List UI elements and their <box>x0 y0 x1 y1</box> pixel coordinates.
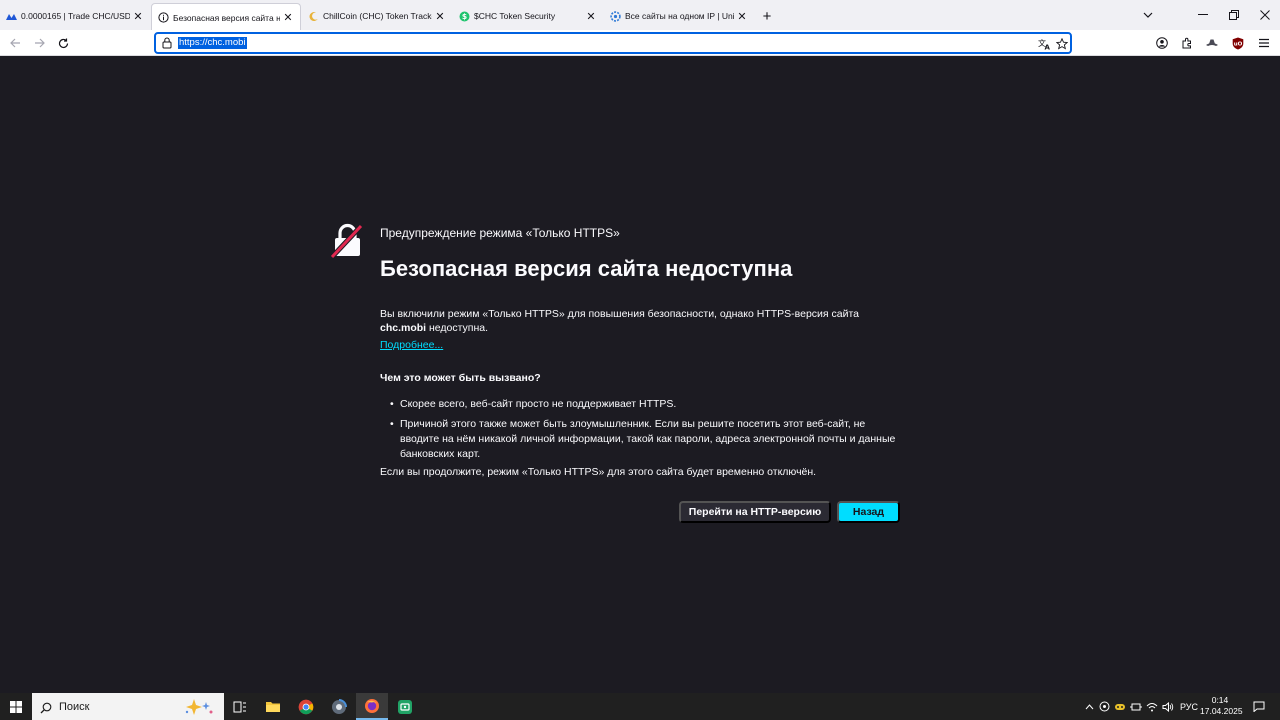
svg-text:$: $ <box>462 12 467 21</box>
info-icon <box>158 12 169 23</box>
tab-chc-token-security[interactable]: $ $CHC Token Security ✕ <box>453 2 603 30</box>
address-bar[interactable]: https://chc.mobi 文A <box>154 32 1072 54</box>
moon-icon <box>308 11 319 22</box>
ublock-shield-icon[interactable]: uO <box>1229 34 1247 52</box>
restore-button[interactable] <box>1218 0 1250 30</box>
svg-text:A: A <box>1044 44 1050 51</box>
url-text[interactable]: https://chc.mobi <box>178 37 247 49</box>
input-language[interactable]: РУС <box>1178 693 1200 720</box>
tab-chillcoin-tracker[interactable]: ChillCoin (CHC) Token Tracker | E ✕ <box>302 2 452 30</box>
taskbar: Поиск РУС 0:14 17.04.2025 <box>0 693 1280 720</box>
menu-hamburger-icon[interactable] <box>1255 34 1273 52</box>
reasons-heading: Чем это может быть вызвано? <box>380 372 541 384</box>
tab-label: $CHC Token Security <box>474 11 556 21</box>
close-icon[interactable]: ✕ <box>736 10 748 23</box>
task-view-icon[interactable] <box>224 693 256 720</box>
tray-chevron-up-icon[interactable] <box>1082 693 1096 720</box>
broken-lock-icon <box>330 223 364 259</box>
close-icon[interactable]: ✕ <box>585 10 597 23</box>
translate-icon[interactable]: 文A <box>1036 36 1052 52</box>
tab-label: Безопасная версия сайта недо <box>173 12 280 23</box>
bookmark-star-icon[interactable] <box>1054 36 1070 52</box>
account-icon[interactable] <box>1153 34 1171 52</box>
browser-app-icon[interactable] <box>323 693 355 720</box>
forward-arrow-icon[interactable] <box>29 33 49 53</box>
tab-https-warning[interactable]: Безопасная версия сайта недо ✕ <box>151 3 301 31</box>
close-icon[interactable]: ✕ <box>132 10 144 23</box>
close-icon[interactable]: ✕ <box>282 11 294 24</box>
clock-time: 0:14 <box>1211 695 1229 705</box>
page-title: Безопасная версия сайта недоступна <box>380 256 793 281</box>
tray-device-icon[interactable] <box>1129 693 1143 720</box>
green-app-icon[interactable] <box>389 693 421 720</box>
continue-note: Если вы продолжите, режим «Только HTTPS»… <box>380 466 817 478</box>
gear-icon <box>610 10 621 22</box>
wifi-icon[interactable] <box>1145 693 1159 720</box>
new-tab-button[interactable]: + <box>755 2 779 30</box>
reasons-list: Скорее всего, веб-сайт просто не поддерж… <box>390 397 905 467</box>
svg-text:uO: uO <box>1234 41 1243 47</box>
navigation-toolbar: https://chc.mobi 文A uO <box>0 30 1280 56</box>
learn-more-link[interactable]: Подробнее... <box>380 339 443 351</box>
list-item: Причиной этого также может быть злоумышл… <box>390 417 905 462</box>
clock-date: 17.04.2025 <box>1200 706 1243 716</box>
tab-trade-chc[interactable]: 0.0000165 | Trade CHC/USDT C ✕ <box>0 2 150 30</box>
extension-hat-icon[interactable] <box>1203 34 1221 52</box>
tray-app-icon[interactable] <box>1097 693 1111 720</box>
description-text: Вы включили режим «Только HTTPS» для пов… <box>380 308 859 320</box>
reload-icon[interactable] <box>53 33 73 53</box>
volume-icon[interactable] <box>1161 693 1175 720</box>
file-explorer-icon[interactable] <box>257 693 289 720</box>
tab-strip: 0.0000165 | Trade CHC/USDT C ✕ Безопасна… <box>0 0 1280 31</box>
close-window-button[interactable] <box>1249 0 1280 30</box>
tray-gamepad-icon[interactable] <box>1113 693 1127 720</box>
taskbar-search[interactable]: Поиск <box>32 693 224 720</box>
tab-uni-tools[interactable]: Все сайты на одном IP | Uni-To ✕ <box>604 2 754 30</box>
windows-start-icon[interactable] <box>0 693 32 720</box>
page-subtitle: Предупреждение режима «Только HTTPS» <box>380 226 620 240</box>
tab-label: ChillCoin (CHC) Token Tracker | E <box>323 11 432 21</box>
tab-list-chevron-icon[interactable] <box>1132 0 1164 30</box>
page-description: Вы включили режим «Только HTTPS» для пов… <box>380 307 900 335</box>
continue-http-button[interactable]: Перейти на HTTP-версию <box>679 501 831 523</box>
go-back-button[interactable]: Назад <box>837 501 900 523</box>
bluewave-icon <box>6 11 17 22</box>
chrome-icon[interactable] <box>290 693 322 720</box>
firefox-icon[interactable] <box>356 693 388 720</box>
tab-label: Все сайты на одном IP | Uni-To <box>625 11 734 21</box>
extensions-icon[interactable] <box>1178 34 1196 52</box>
search-placeholder: Поиск <box>59 700 90 713</box>
back-arrow-icon[interactable] <box>5 33 25 53</box>
clock[interactable]: 0:14 17.04.2025 <box>1200 695 1243 717</box>
sparkle-decoration-icon <box>182 697 216 717</box>
description-text-end: недоступна. <box>426 322 489 334</box>
search-icon <box>40 701 52 713</box>
notifications-icon[interactable] <box>1250 693 1268 720</box>
list-item: Скорее всего, веб-сайт просто не поддерж… <box>390 397 905 412</box>
site-domain: chc.mobi <box>380 322 427 334</box>
tab-label: 0.0000165 | Trade CHC/USDT C <box>21 11 130 21</box>
minimize-button[interactable] <box>1187 0 1219 30</box>
close-icon[interactable]: ✕ <box>434 10 446 23</box>
lock-icon[interactable] <box>160 36 174 50</box>
green-dollar-icon: $ <box>459 11 470 22</box>
